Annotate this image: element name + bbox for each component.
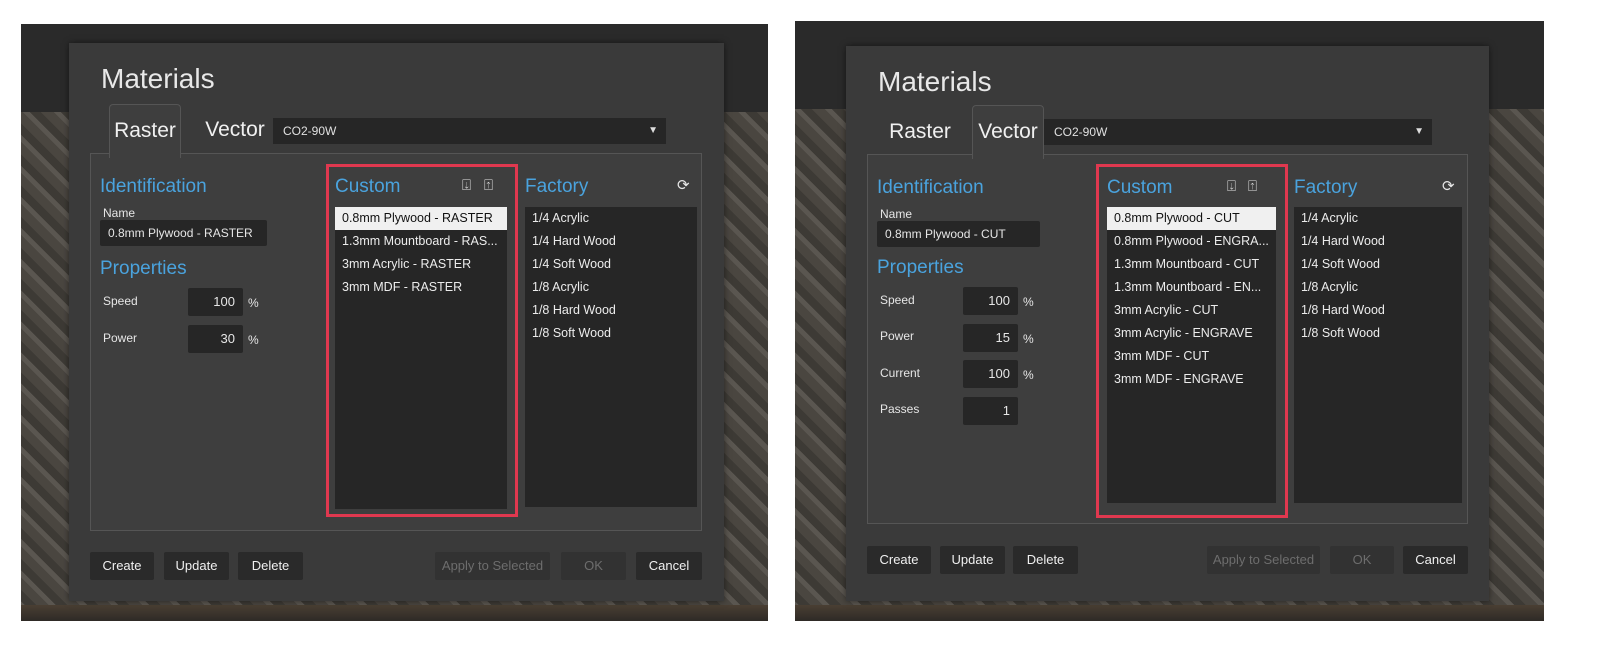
list-item[interactable]: 1.3mm Mountboard - CUT: [1107, 253, 1276, 276]
refresh-icon[interactable]: ⟳: [1442, 179, 1455, 195]
power-input[interactable]: 15: [963, 324, 1018, 352]
import-icon[interactable]: ⍐: [484, 178, 493, 194]
list-item[interactable]: 1/4 Acrylic: [525, 207, 697, 230]
list-item[interactable]: 3mm Acrylic - ENGRAVE: [1107, 322, 1276, 345]
import-icon[interactable]: ⍐: [1248, 179, 1257, 195]
current-label: Current: [880, 366, 921, 380]
apply-to-selected-button[interactable]: Apply to Selected: [435, 552, 550, 580]
screenshot-raster: Materials Raster Vector CO2-90W ▼ Identi…: [21, 24, 768, 621]
properties-heading: Properties: [100, 258, 187, 279]
custom-heading: Custom: [1107, 177, 1173, 198]
speed-label: Speed: [103, 294, 138, 308]
update-button[interactable]: Update: [940, 546, 1005, 574]
speed-unit: %: [1023, 295, 1034, 309]
materials-dialog: Materials Raster Vector CO2-90W ▼ Identi…: [846, 46, 1489, 601]
tab-raster[interactable]: Raster: [109, 104, 181, 158]
create-button[interactable]: Create: [90, 552, 154, 580]
dialog-title: Materials: [878, 66, 992, 97]
custom-list[interactable]: 0.8mm Plywood - RASTER 1.3mm Mountboard …: [335, 207, 507, 509]
power-input[interactable]: 30: [188, 325, 243, 353]
background-bottom-bar: [21, 605, 768, 621]
ok-button[interactable]: OK: [1330, 546, 1394, 574]
list-item[interactable]: 3mm MDF - CUT: [1107, 345, 1276, 368]
list-item[interactable]: 3mm MDF - RASTER: [335, 276, 507, 299]
list-item[interactable]: 1/4 Soft Wood: [525, 253, 697, 276]
tab-vector[interactable]: Vector: [972, 105, 1044, 159]
list-item[interactable]: 1/8 Hard Wood: [1294, 299, 1462, 322]
factory-list[interactable]: 1/4 Acrylic 1/4 Hard Wood 1/4 Soft Wood …: [525, 207, 697, 507]
chevron-down-icon: ▼: [1414, 126, 1424, 137]
list-item[interactable]: 3mm Acrylic - CUT: [1107, 299, 1276, 322]
factory-heading: Factory: [525, 176, 589, 197]
update-button[interactable]: Update: [164, 552, 229, 580]
materials-panel: Identification Name 0.8mm Plywood - CUT …: [867, 154, 1468, 524]
passes-input[interactable]: 1: [963, 397, 1018, 425]
current-input[interactable]: 100: [963, 360, 1018, 388]
cancel-button[interactable]: Cancel: [1403, 546, 1468, 574]
dialog-title: Materials: [101, 63, 215, 94]
power-unit: %: [248, 333, 259, 347]
machine-select-value: CO2-90W: [1054, 125, 1108, 139]
refresh-icon[interactable]: ⟳: [677, 178, 690, 194]
screenshot-vector: Materials Raster Vector CO2-90W ▼ Identi…: [795, 21, 1544, 621]
passes-label: Passes: [880, 402, 920, 416]
list-item[interactable]: 3mm Acrylic - RASTER: [335, 253, 507, 276]
list-item[interactable]: 0.8mm Plywood - ENGRA...: [1107, 230, 1276, 253]
custom-heading: Custom: [335, 176, 401, 197]
materials-dialog: Materials Raster Vector CO2-90W ▼ Identi…: [69, 43, 724, 601]
list-item[interactable]: 1/4 Soft Wood: [1294, 253, 1462, 276]
background-bottom-bar: [795, 605, 1544, 621]
identification-heading: Identification: [100, 176, 207, 197]
export-icon[interactable]: ⍗: [1227, 179, 1236, 195]
list-item[interactable]: 3mm MDF - ENGRAVE: [1107, 368, 1276, 391]
current-unit: %: [1023, 368, 1034, 382]
machine-select[interactable]: CO2-90W ▼: [273, 118, 666, 144]
list-item[interactable]: 1/4 Hard Wood: [1294, 230, 1462, 253]
list-item[interactable]: 0.8mm Plywood - CUT: [1107, 207, 1276, 230]
name-label: Name: [880, 207, 913, 221]
name-input[interactable]: 0.8mm Plywood - RASTER: [100, 220, 267, 246]
speed-unit: %: [248, 296, 259, 310]
list-item[interactable]: 1/8 Soft Wood: [525, 322, 697, 345]
name-label: Name: [103, 206, 136, 220]
custom-list[interactable]: 0.8mm Plywood - CUT 0.8mm Plywood - ENGR…: [1107, 207, 1276, 503]
power-unit: %: [1023, 332, 1034, 346]
name-input[interactable]: 0.8mm Plywood - CUT: [877, 221, 1040, 247]
list-item[interactable]: 1/8 Acrylic: [525, 276, 697, 299]
machine-select[interactable]: CO2-90W ▼: [1044, 119, 1432, 145]
speed-input[interactable]: 100: [188, 288, 243, 316]
export-icon[interactable]: ⍗: [462, 178, 471, 194]
apply-to-selected-button[interactable]: Apply to Selected: [1207, 546, 1320, 574]
ok-button[interactable]: OK: [561, 552, 626, 580]
power-label: Power: [880, 329, 915, 343]
chevron-down-icon: ▼: [648, 125, 658, 136]
factory-heading: Factory: [1294, 177, 1358, 198]
list-item[interactable]: 1/8 Soft Wood: [1294, 322, 1462, 345]
delete-button[interactable]: Delete: [1013, 546, 1078, 574]
tab-raster[interactable]: Raster: [882, 106, 958, 158]
power-label: Power: [103, 331, 138, 345]
speed-input[interactable]: 100: [963, 287, 1018, 315]
create-button[interactable]: Create: [867, 546, 931, 574]
speed-label: Speed: [880, 293, 915, 307]
list-item[interactable]: 1/8 Acrylic: [1294, 276, 1462, 299]
factory-list[interactable]: 1/4 Acrylic 1/4 Hard Wood 1/4 Soft Wood …: [1294, 207, 1462, 503]
list-item[interactable]: 0.8mm Plywood - RASTER: [335, 207, 507, 230]
materials-panel: Identification Name 0.8mm Plywood - RAST…: [90, 153, 702, 531]
machine-select-value: CO2-90W: [283, 124, 337, 138]
list-item[interactable]: 1/8 Hard Wood: [525, 299, 697, 322]
cancel-button[interactable]: Cancel: [636, 552, 702, 580]
tab-vector[interactable]: Vector: [197, 104, 273, 156]
list-item[interactable]: 1.3mm Mountboard - RAS...: [335, 230, 507, 253]
list-item[interactable]: 1.3mm Mountboard - EN...: [1107, 276, 1276, 299]
properties-heading: Properties: [877, 257, 964, 278]
delete-button[interactable]: Delete: [238, 552, 303, 580]
list-item[interactable]: 1/4 Hard Wood: [525, 230, 697, 253]
identification-heading: Identification: [877, 177, 984, 198]
list-item[interactable]: 1/4 Acrylic: [1294, 207, 1462, 230]
